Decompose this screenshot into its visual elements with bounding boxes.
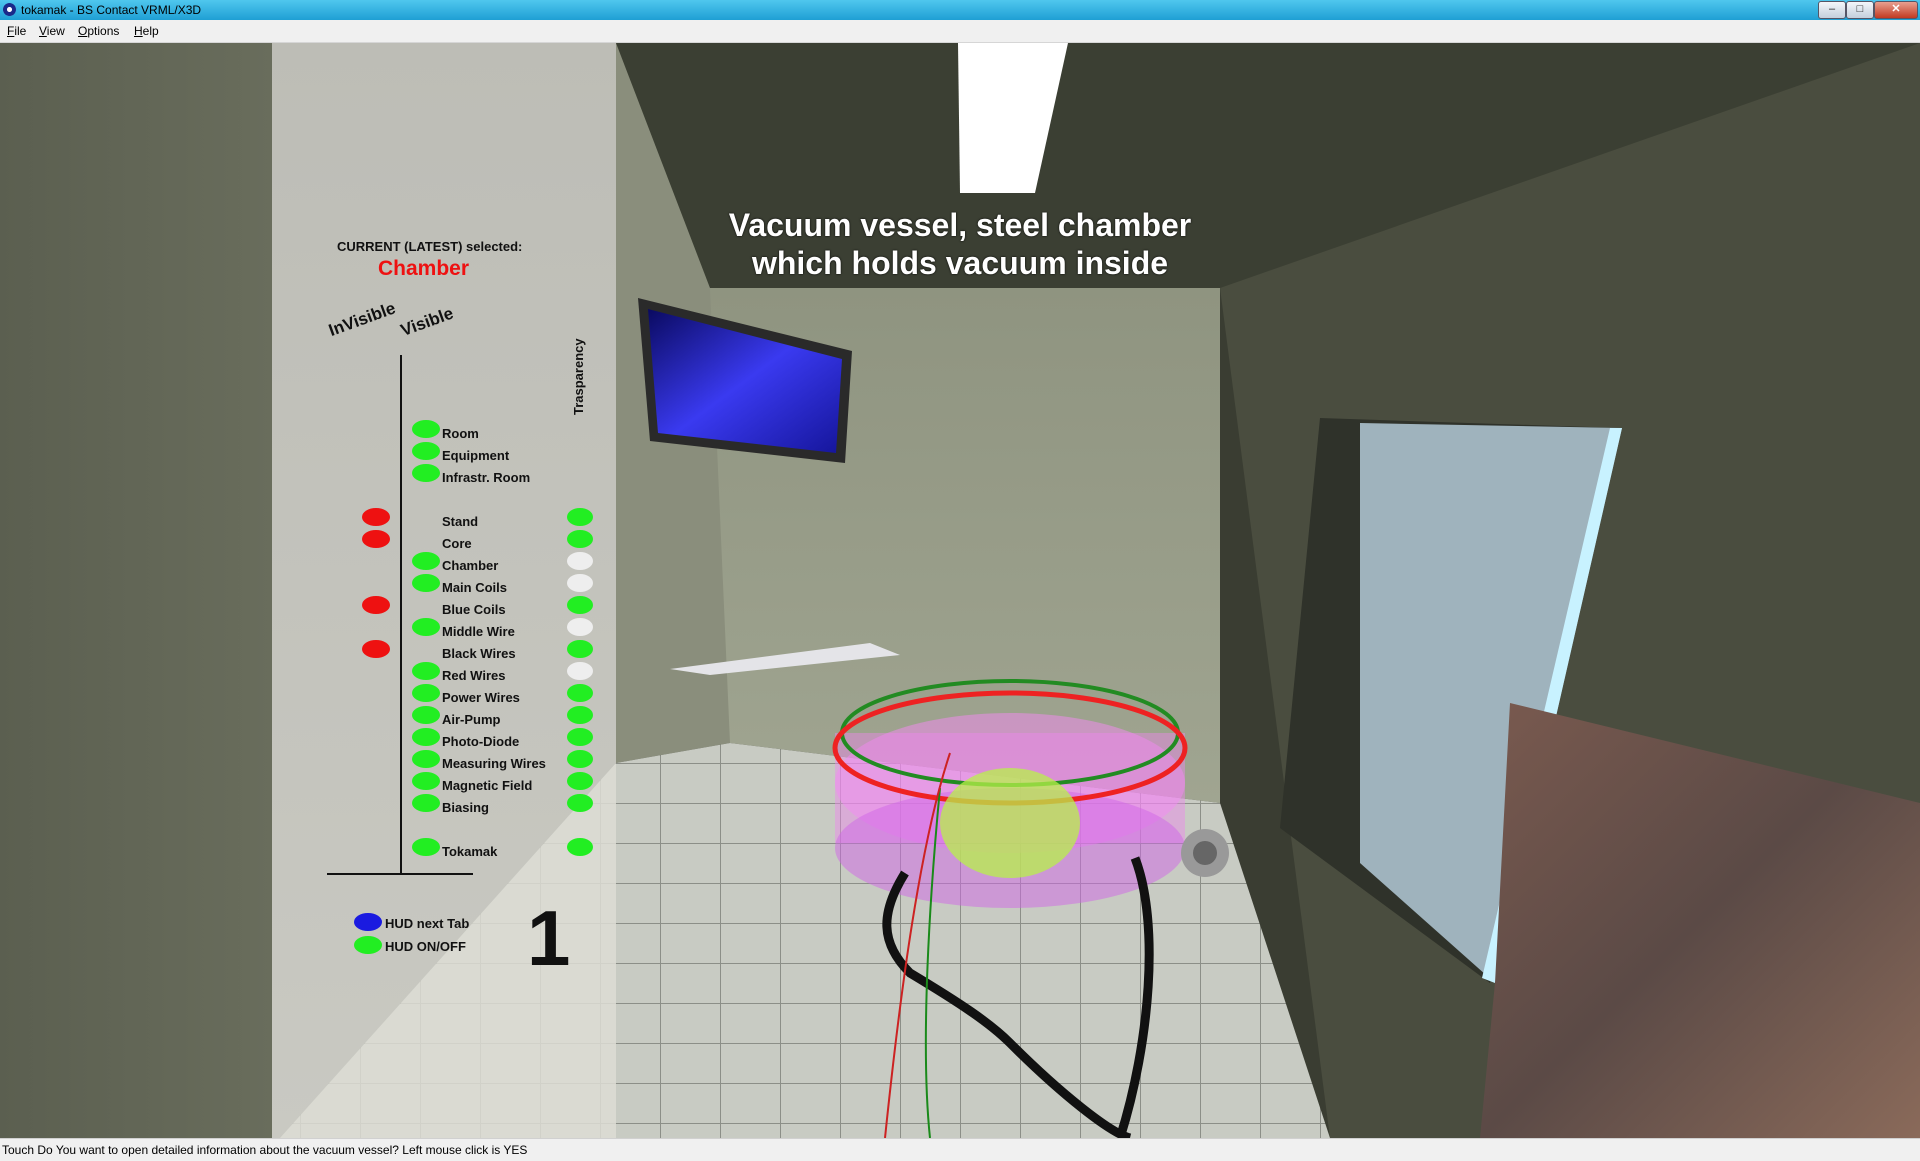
transparency-toggle-blue-coils[interactable] xyxy=(567,596,593,614)
visible-toggle-air-pump[interactable] xyxy=(412,706,440,724)
hud-item-label-biasing: Biasing xyxy=(442,800,489,815)
window-title: tokamak - BS Contact VRML/X3D xyxy=(21,3,202,17)
invisible-toggle-blue-coils[interactable] xyxy=(362,596,390,614)
visible-toggle-room[interactable] xyxy=(412,420,440,438)
hud-item-label-middle-wire: Middle Wire xyxy=(442,624,515,639)
visible-toggle-chamber[interactable] xyxy=(412,552,440,570)
hud-item-label-photo-diode: Photo-Diode xyxy=(442,734,520,749)
hud-item-label-tokamak: Tokamak xyxy=(442,844,498,859)
title-bar: tokamak - BS Contact VRML/X3D – □ ✕ xyxy=(0,0,1920,20)
visible-toggle-photo-diode[interactable] xyxy=(412,728,440,746)
hud-vertical-axis xyxy=(400,355,402,875)
hud-item-label-red-wires: Red Wires xyxy=(442,668,506,683)
hud-next-tab-label: HUD next Tab xyxy=(385,916,470,931)
transparency-toggle-power-wires[interactable] xyxy=(567,684,593,702)
transparency-toggle-chamber[interactable] xyxy=(567,552,593,570)
hud-item-label-stand: Stand xyxy=(442,514,479,529)
visible-toggle-magnetic-field[interactable] xyxy=(412,772,440,790)
minimize-button[interactable]: – xyxy=(1818,1,1846,19)
visible-toggle-main-coils[interactable] xyxy=(412,574,440,592)
visible-toggle-tokamak[interactable] xyxy=(412,838,440,856)
hud-tab-number: 1 xyxy=(527,894,571,982)
hud-item-label-core: Core xyxy=(442,536,472,551)
invisible-toggle-stand[interactable] xyxy=(362,508,390,526)
caption-line-1: Vacuum vessel, steel chamber xyxy=(728,207,1192,243)
status-bar: Touch Do You want to open detailed infor… xyxy=(0,1138,1920,1161)
hud-on-off-button[interactable] xyxy=(354,936,382,954)
invisible-toggle-black-wires[interactable] xyxy=(362,640,390,658)
hud-item-label-black-wires: Black Wires xyxy=(442,646,516,661)
hud-on-off-label: HUD ON/OFF xyxy=(385,939,466,954)
transparency-toggle-magnetic-field[interactable] xyxy=(567,772,593,790)
visible-toggle-power-wires[interactable] xyxy=(412,684,440,702)
visible-toggle-biasing[interactable] xyxy=(412,794,440,812)
column-transparency-header: Trasparency xyxy=(571,338,586,415)
hud-item-label-chamber: Chamber xyxy=(442,558,499,573)
visible-toggle-middle-wire[interactable] xyxy=(412,618,440,636)
visible-toggle-red-wires[interactable] xyxy=(412,662,440,680)
hud-item-label-blue-coils: Blue Coils xyxy=(442,602,506,617)
transparency-toggle-measuring-wires[interactable] xyxy=(567,750,593,768)
menu-help[interactable]: Help xyxy=(134,24,159,38)
menu-options[interactable]: Options xyxy=(78,24,119,38)
hud-horizontal-axis xyxy=(327,873,473,875)
transparency-toggle-tokamak[interactable] xyxy=(567,838,593,856)
transparency-toggle-stand[interactable] xyxy=(567,508,593,526)
hud-item-label-infrastr-room: Infrastr. Room xyxy=(442,470,531,485)
menu-view[interactable]: View xyxy=(39,24,65,38)
transparency-toggle-photo-diode[interactable] xyxy=(567,728,593,746)
status-message: Touch Do You want to open detailed infor… xyxy=(2,1143,528,1157)
close-button[interactable]: ✕ xyxy=(1874,1,1918,19)
column-invisible-header: InVisible xyxy=(326,298,399,341)
hud-next-tab-button[interactable] xyxy=(354,913,382,931)
app-icon xyxy=(3,3,16,16)
menu-bar: File View Options Help xyxy=(0,20,1920,43)
visible-toggle-equipment[interactable] xyxy=(412,442,440,460)
hud-item-label-magnetic-field: Magnetic Field xyxy=(442,778,533,793)
visible-toggle-infrastr-room[interactable] xyxy=(412,464,440,482)
hud-item-label-measuring-wires: Measuring Wires xyxy=(442,756,546,771)
transparency-toggle-black-wires[interactable] xyxy=(567,640,593,658)
transparency-toggle-biasing[interactable] xyxy=(567,794,593,812)
transparency-toggle-red-wires[interactable] xyxy=(567,662,593,680)
current-selected-value: Chamber xyxy=(378,257,470,280)
visible-toggle-measuring-wires[interactable] xyxy=(412,750,440,768)
3d-viewport[interactable]: CURRENT (LATEST) selected: Chamber InVis… xyxy=(0,43,1920,1138)
caption-line-2: which holds vacuum inside xyxy=(751,245,1169,281)
maximize-button[interactable]: □ xyxy=(1846,1,1874,19)
hud-item-label-main-coils: Main Coils xyxy=(442,580,508,595)
menu-file[interactable]: File xyxy=(7,24,26,38)
transparency-toggle-core[interactable] xyxy=(567,530,593,548)
transparency-toggle-middle-wire[interactable] xyxy=(567,618,593,636)
invisible-toggle-core[interactable] xyxy=(362,530,390,548)
hud-item-label-equipment: Equipment xyxy=(442,448,510,463)
column-visible-header: Visible xyxy=(398,303,456,341)
hud-item-label-power-wires: Power Wires xyxy=(442,690,520,705)
hud-item-label-air-pump: Air-Pump xyxy=(442,712,501,727)
transparency-toggle-main-coils[interactable] xyxy=(567,574,593,592)
current-selected-label: CURRENT (LATEST) selected: xyxy=(337,239,523,254)
transparency-toggle-air-pump[interactable] xyxy=(567,706,593,724)
hud-item-label-room: Room xyxy=(442,426,479,441)
